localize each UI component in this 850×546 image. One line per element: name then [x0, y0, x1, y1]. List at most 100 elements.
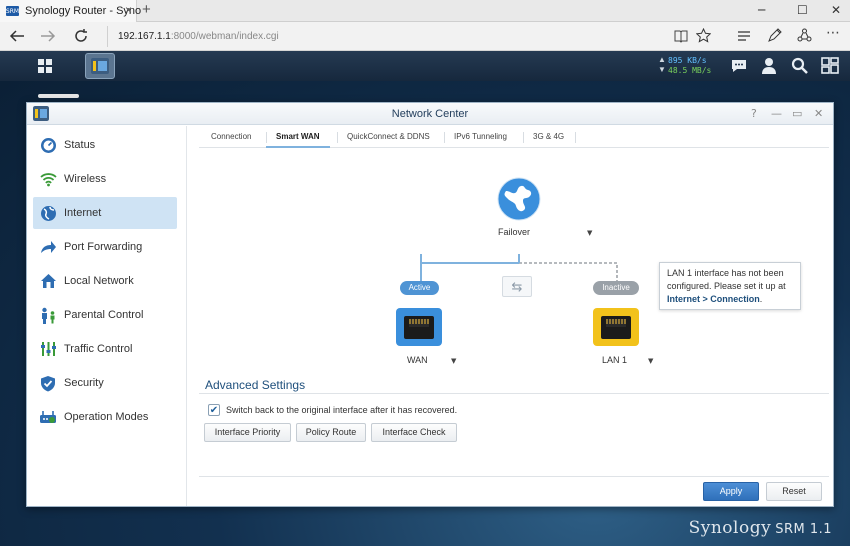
sidebar: Status Wireless Internet Port Forwarding… [27, 126, 187, 506]
search-icon[interactable] [791, 57, 808, 74]
widgets-icon[interactable] [821, 57, 839, 74]
tooltip-end: . [759, 294, 763, 304]
wan-port-icon [396, 308, 442, 346]
apply-button[interactable]: Apply [703, 482, 759, 501]
internet-globe-icon [497, 177, 541, 221]
wifi-icon [39, 170, 57, 188]
speed-arrows-icon: ▲ ▼ [658, 55, 666, 74]
download-speed: 48.5 MB/s [668, 66, 712, 75]
window-minimize-button[interactable]: — [771, 107, 782, 120]
refresh-icon[interactable] [73, 28, 89, 44]
close-tab-icon[interactable]: × [125, 3, 132, 17]
window-title-bar[interactable]: Network Center ? — ▭ ✕ [27, 103, 833, 125]
network-center-icon [91, 58, 109, 74]
tab-quickconnect-ddns[interactable]: QuickConnect & DDNS [337, 126, 440, 148]
synology-favicon-icon: SRM [5, 6, 20, 16]
reset-button[interactable]: Reset [766, 482, 822, 501]
advanced-settings-divider [199, 393, 829, 394]
sidebar-item-label: Parental Control [64, 309, 144, 321]
address-bar[interactable]: 192.167.1.1:8000/webman/index.cgi [107, 26, 687, 47]
lan-port-icon [593, 308, 639, 346]
window-close-button[interactable]: ✕ [814, 107, 823, 120]
minimize-window-button[interactable]: ─ [758, 3, 765, 17]
policy-route-button[interactable]: Policy Route [296, 423, 366, 442]
sidebar-item-internet[interactable]: Internet [33, 197, 177, 229]
failover-label: Failover [498, 227, 531, 237]
interface-check-button[interactable]: Interface Check [371, 423, 457, 442]
lan-config-tooltip: LAN 1 interface has not been configured.… [659, 262, 801, 310]
browser-tab[interactable]: SRM Synology Router - Syno × [0, 0, 141, 22]
help-button[interactable]: ? [751, 107, 757, 120]
close-window-button[interactable]: ✕ [831, 3, 841, 17]
share-icon[interactable] [797, 28, 812, 43]
tab-strip: Connection Smart WAN QuickConnect & DDNS… [199, 126, 829, 148]
interface-priority-button[interactable]: Interface Priority [204, 423, 291, 442]
sidebar-item-label: Wireless [64, 173, 107, 185]
switch-back-checkbox[interactable]: ✔ [208, 404, 220, 416]
hub-menu-icon[interactable] [737, 30, 751, 42]
sidebar-item-port-forwarding[interactable]: Port Forwarding [33, 231, 177, 263]
tab-3g-4g[interactable]: 3G & 4G [523, 126, 574, 148]
smart-wan-panel: Connection Smart WAN QuickConnect & DDNS… [199, 126, 829, 506]
back-arrow-icon[interactable] [9, 29, 25, 43]
advanced-settings-heading: Advanced Settings [205, 378, 306, 392]
browser-tab-title: Synology Router - Syno [25, 5, 142, 17]
globe-icon [39, 204, 57, 222]
tab-smart-wan[interactable]: Smart WAN [266, 126, 330, 148]
sidebar-item-label: Status [64, 139, 96, 151]
sidebar-item-label: Port Forwarding [64, 241, 143, 253]
srm-taskbar: ▲ ▼ 895 KB/s 48.5 MB/s [0, 51, 850, 81]
sidebar-item-label: Security [64, 377, 104, 389]
sidebar-item-label: Operation Modes [64, 411, 149, 423]
window-maximize-button[interactable]: ▭ [792, 107, 802, 120]
maximize-window-button[interactable]: ☐ [797, 3, 808, 17]
failover-dropdown-icon[interactable]: ▼ [587, 229, 592, 237]
sidebar-item-label: Local Network [64, 275, 134, 287]
swap-interfaces-button[interactable]: ⇆ [502, 276, 532, 297]
synology-srm-logo: Synology SRM 1.1 [688, 518, 832, 538]
family-icon [39, 306, 57, 324]
sidebar-item-security[interactable]: Security [33, 367, 177, 399]
sidebar-item-wireless[interactable]: Wireless [33, 163, 177, 195]
new-tab-button[interactable]: + [142, 1, 151, 18]
sidebar-item-status[interactable]: Status [33, 129, 177, 161]
forward-arrow-icon[interactable] [40, 29, 56, 43]
more-options-icon[interactable]: ⋯ [826, 25, 840, 41]
sidebar-item-parental-control[interactable]: Parental Control [33, 299, 177, 331]
sidebar-item-traffic-control[interactable]: Traffic Control [33, 333, 177, 365]
tab-ipv6-tunneling[interactable]: IPv6 Tunneling [444, 126, 517, 148]
network-speed: 895 KB/s 48.5 MB/s [668, 56, 711, 76]
switch-back-label: Switch back to the original interface af… [226, 405, 458, 415]
sidebar-item-local-network[interactable]: Local Network [33, 265, 177, 297]
url-host: 192.167.1.1 [118, 31, 171, 42]
desktop-shortcut-bar [38, 94, 79, 98]
grid-menu-icon [38, 59, 52, 73]
check-mark-icon: ✔ [209, 404, 219, 416]
main-menu-button[interactable] [30, 53, 60, 79]
web-note-icon[interactable] [767, 28, 782, 43]
shield-icon [39, 374, 57, 392]
reading-view-icon[interactable] [674, 29, 688, 43]
upload-speed: 895 KB/s [668, 56, 707, 65]
url-path: :8000/webman/index.cgi [170, 31, 279, 42]
tab-separator [575, 132, 576, 143]
swap-icon: ⇆ [511, 279, 523, 294]
notifications-chat-icon[interactable] [730, 58, 748, 74]
lan-dropdown-icon[interactable]: ▼ [648, 357, 653, 365]
wan-dropdown-icon[interactable]: ▼ [451, 357, 456, 365]
house-icon [39, 272, 57, 290]
tab-connection[interactable]: Connection [201, 126, 261, 148]
tooltip-link[interactable]: Internet > Connection [667, 294, 760, 304]
sliders-icon [39, 340, 57, 358]
window-title: Network Center [391, 108, 469, 120]
forward-arrow-icon [39, 238, 57, 256]
browser-nav-bar: 192.167.1.1:8000/webman/index.cgi ⋯ [0, 22, 850, 51]
footer-divider [199, 476, 829, 477]
network-center-window: Network Center ? — ▭ ✕ Status Wireless I… [26, 102, 834, 507]
router-icon [39, 408, 57, 426]
network-center-taskbar-button[interactable] [85, 53, 115, 79]
user-icon[interactable] [761, 57, 777, 75]
sidebar-item-operation-modes[interactable]: Operation Modes [33, 401, 177, 433]
favorite-star-icon[interactable] [696, 28, 711, 43]
browser-tab-bar: SRM Synology Router - Syno × + ─ ☐ ✕ [0, 0, 850, 22]
